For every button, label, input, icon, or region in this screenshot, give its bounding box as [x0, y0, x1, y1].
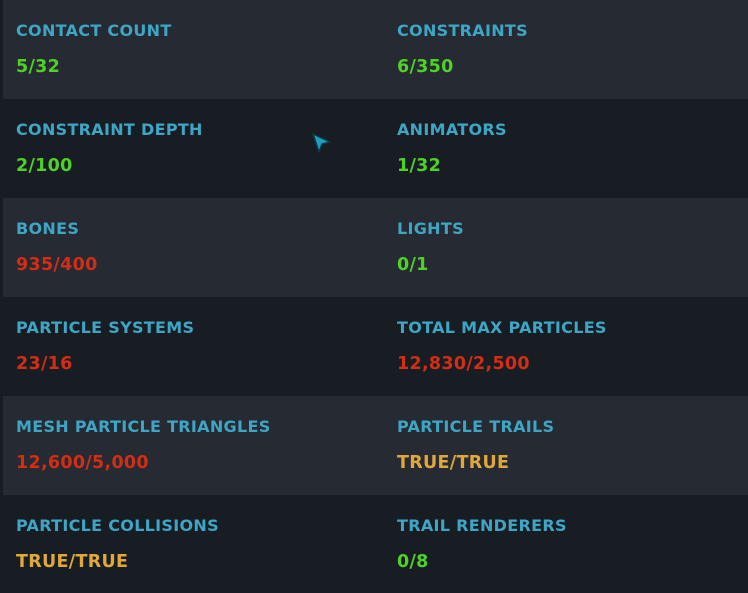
- stats-row-collisions-renderers: PARTICLE COLLISIONS TRUE/TRUE TRAIL REND…: [0, 495, 748, 593]
- stat-label: BONES: [16, 219, 80, 238]
- stat-label: CONTACT COUNT: [16, 21, 172, 40]
- arrow-pointer-icon: [312, 133, 331, 153]
- stat-value: 0/8: [397, 552, 429, 572]
- stat-value: TRUE/TRUE: [16, 552, 129, 572]
- performance-stats-panel: CONTACT COUNT 5/32 CONSTRAINTS 6/350 CON…: [0, 0, 748, 593]
- stat-label: PARTICLE TRAILS: [397, 417, 555, 436]
- stats-row-depth-animators: CONSTRAINT DEPTH 2/100 ANIMATORS 1/32: [0, 99, 748, 198]
- stat-value: 6/350: [397, 57, 454, 77]
- stats-row-contact-constraints: CONTACT COUNT 5/32 CONSTRAINTS 6/350: [3, 0, 748, 99]
- stat-value: 1/32: [397, 156, 442, 176]
- stat-value: 12,830/2,500: [397, 354, 530, 374]
- stats-row-bones-lights: BONES 935/400 LIGHTS 0/1: [3, 198, 748, 297]
- stat-label: TRAIL RENDERERS: [397, 516, 567, 535]
- stat-label: CONSTRAINT DEPTH: [16, 120, 203, 139]
- stat-label: ANIMATORS: [397, 120, 507, 139]
- stat-value: 12,600/5,000: [16, 453, 149, 473]
- stats-row-particles: PARTICLE SYSTEMS 23/16 TOTAL MAX PARTICL…: [0, 297, 748, 396]
- stat-label: PARTICLE SYSTEMS: [16, 318, 195, 337]
- stat-value: 0/1: [397, 255, 429, 275]
- stat-label: TOTAL MAX PARTICLES: [397, 318, 607, 337]
- stat-label: PARTICLE COLLISIONS: [16, 516, 219, 535]
- stat-value: TRUE/TRUE: [397, 453, 510, 473]
- stat-value: 23/16: [16, 354, 73, 374]
- stat-value: 5/32: [16, 57, 61, 77]
- stat-value: 2/100: [16, 156, 73, 176]
- stats-row-mesh-trails: MESH PARTICLE TRIANGLES 12,600/5,000 PAR…: [3, 396, 748, 495]
- stat-label: CONSTRAINTS: [397, 21, 528, 40]
- stat-label: MESH PARTICLE TRIANGLES: [16, 417, 271, 436]
- stat-label: LIGHTS: [397, 219, 464, 238]
- stat-value: 935/400: [16, 255, 98, 275]
